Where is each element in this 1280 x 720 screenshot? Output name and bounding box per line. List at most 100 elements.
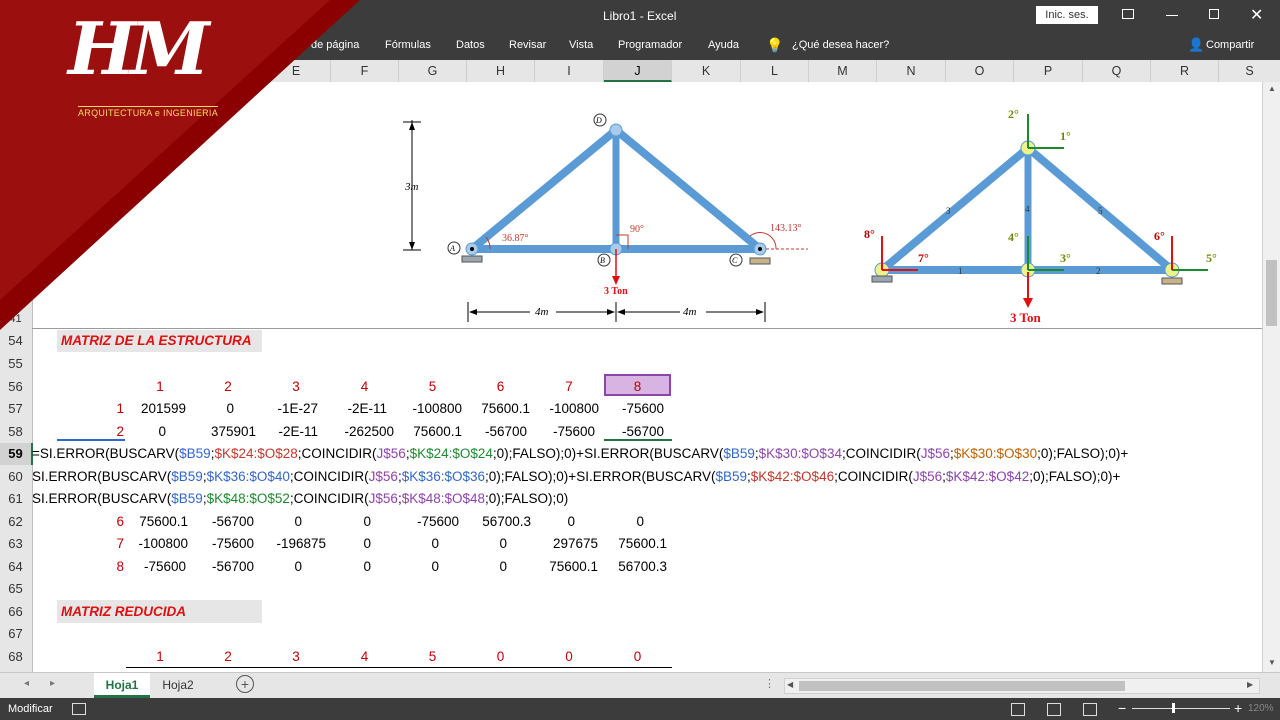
matrix-header-cell[interactable]: 2 bbox=[194, 376, 262, 398]
page-break-view-icon[interactable] bbox=[1083, 703, 1097, 716]
matrix-cell[interactable]: -75600 bbox=[194, 533, 254, 555]
reduced-header-cell[interactable]: 0 bbox=[604, 646, 671, 668]
column-header[interactable]: L bbox=[741, 60, 809, 82]
matrix-header-cell[interactable]: 4 bbox=[331, 376, 398, 398]
sheet-tab-hoja2[interactable]: Hoja2 bbox=[152, 673, 204, 697]
matrix-cell[interactable]: 75600.1 bbox=[126, 511, 188, 533]
prev-sheet-icon[interactable]: ◂ bbox=[24, 678, 29, 689]
matrix-cell[interactable]: 0 bbox=[262, 511, 302, 533]
hscroll-thumb[interactable] bbox=[799, 681, 1125, 691]
reduced-header-cell[interactable]: 2 bbox=[194, 646, 262, 668]
macro-record-icon[interactable] bbox=[72, 703, 86, 715]
matrix-cell[interactable]: 0 bbox=[399, 533, 439, 555]
row-header[interactable]: 63 bbox=[0, 533, 31, 555]
scroll-up-arrow[interactable]: ▲ bbox=[1268, 84, 1276, 93]
matrix-row-label[interactable]: 7 bbox=[96, 533, 124, 555]
column-header[interactable]: R bbox=[1151, 60, 1219, 82]
hscroll-right-arrow[interactable]: ▶ bbox=[1247, 680, 1253, 689]
formula-line-2[interactable]: SI.ERROR(BUSCARV($B59;$K$36:$O$40;COINCI… bbox=[32, 466, 1120, 488]
tab-revisar[interactable]: Revisar bbox=[509, 39, 546, 51]
matrix-cell[interactable]: 297675 bbox=[535, 533, 598, 555]
scroll-thumb[interactable] bbox=[1266, 260, 1277, 326]
matrix-row-label[interactable]: 1 bbox=[96, 398, 124, 420]
tab-datos[interactable]: Datos bbox=[456, 39, 485, 51]
matrix-cell[interactable]: 201599 bbox=[126, 398, 186, 420]
column-header[interactable]: O bbox=[946, 60, 1014, 82]
column-header-selected[interactable]: J bbox=[604, 60, 672, 82]
matrix-cell[interactable]: -75600 bbox=[604, 398, 664, 420]
column-header[interactable]: P bbox=[1014, 60, 1083, 82]
zoom-out-icon[interactable]: − bbox=[1118, 700, 1126, 716]
horizontal-scrollbar[interactable]: ◀ ▶ bbox=[784, 678, 1260, 694]
matrix-cell[interactable]: -75600 bbox=[126, 556, 186, 578]
vertical-scrollbar[interactable]: ▲ ▼ bbox=[1262, 82, 1280, 672]
matrix-cell[interactable]: 75600.1 bbox=[535, 556, 598, 578]
reduced-header-cell[interactable]: 0 bbox=[535, 646, 603, 668]
column-header[interactable]: Q bbox=[1083, 60, 1151, 82]
matrix-cell[interactable]: -196875 bbox=[262, 533, 326, 555]
matrix-header-cell-selected[interactable]: 8 bbox=[604, 376, 671, 398]
matrix-cell[interactable]: -2E-11 bbox=[262, 421, 318, 443]
worksheet[interactable]: 3m A B C D 36.87° 90° 143.13° 3 Ton 4m 4… bbox=[0, 82, 1262, 672]
zoom-level[interactable]: 120% bbox=[1248, 703, 1274, 714]
tab-vista[interactable]: Vista bbox=[569, 39, 593, 51]
row-header[interactable]: 68 bbox=[0, 646, 31, 668]
row-header[interactable]: 54 bbox=[0, 330, 31, 352]
matrix-cell[interactable]: 75600.1 bbox=[604, 533, 667, 555]
row-header[interactable]: 41 bbox=[0, 310, 31, 328]
column-header[interactable]: H bbox=[467, 60, 535, 82]
tabs-options-icon[interactable]: ⋮ bbox=[764, 677, 775, 690]
row-header-selected[interactable]: 59 bbox=[0, 443, 33, 465]
matrix-cell[interactable]: -2E-11 bbox=[331, 398, 387, 420]
reduced-header-cell[interactable]: 0 bbox=[467, 646, 534, 668]
column-header[interactable]: S bbox=[1219, 60, 1280, 82]
normal-view-icon[interactable] bbox=[1011, 703, 1025, 716]
next-sheet-icon[interactable]: ▸ bbox=[50, 678, 55, 689]
tab-programador[interactable]: Programador bbox=[618, 39, 682, 51]
matrix-cell[interactable]: 0 bbox=[194, 398, 234, 420]
matrix-cell[interactable]: -100800 bbox=[399, 398, 462, 420]
matrix-cell[interactable]: 0 bbox=[262, 556, 302, 578]
page-layout-view-icon[interactable] bbox=[1047, 703, 1061, 716]
matrix-cell[interactable]: -1E-27 bbox=[262, 398, 318, 420]
matrix-cell[interactable]: 75600.1 bbox=[467, 398, 530, 420]
matrix-row-label[interactable]: 6 bbox=[96, 511, 124, 533]
row-header[interactable]: 65 bbox=[0, 578, 31, 600]
tab-formulas[interactable]: Fórmulas bbox=[385, 39, 431, 51]
tab-ayuda[interactable]: Ayuda bbox=[708, 39, 739, 51]
column-header[interactable]: E bbox=[262, 60, 331, 82]
row-header[interactable]: 64 bbox=[0, 556, 31, 578]
matrix-cell[interactable]: 75600.1 bbox=[399, 421, 462, 443]
matrix-cell[interactable]: -262500 bbox=[331, 421, 394, 443]
share-button[interactable]: Compartir bbox=[1206, 39, 1254, 51]
close-icon[interactable]: ✕ bbox=[1250, 5, 1263, 25]
matrix-cell[interactable]: -56700 bbox=[194, 511, 254, 533]
matrix-row-label[interactable]: 8 bbox=[96, 556, 124, 578]
matrix-cell[interactable]: 0 bbox=[467, 533, 507, 555]
matrix-header-cell[interactable]: 5 bbox=[399, 376, 466, 398]
tell-me-search[interactable]: ¿Qué desea hacer? bbox=[792, 39, 889, 51]
formula-line-1[interactable]: =SI.ERROR(BUSCARV($B59;$K$24:$O$28;COINC… bbox=[32, 443, 1128, 465]
column-header[interactable]: M bbox=[809, 60, 877, 82]
matrix-cell[interactable]: 0 bbox=[126, 421, 166, 443]
column-header[interactable]: F bbox=[331, 60, 399, 82]
row-header[interactable]: 56 bbox=[0, 376, 31, 398]
matrix-cell[interactable]: 0 bbox=[331, 511, 371, 533]
minimize-icon[interactable] bbox=[1166, 15, 1178, 16]
row-header[interactable]: 62 bbox=[0, 511, 31, 533]
hscroll-left-arrow[interactable]: ◀ bbox=[787, 680, 793, 689]
matrix-cell[interactable]: 0 bbox=[399, 556, 439, 578]
row-header[interactable]: 60 bbox=[0, 466, 31, 488]
row-header[interactable]: 66 bbox=[0, 601, 31, 623]
restore-icon[interactable] bbox=[1209, 9, 1219, 19]
zoom-slider[interactable] bbox=[1132, 708, 1230, 709]
reduced-header-cell[interactable]: 3 bbox=[262, 646, 330, 668]
zoom-slider-handle[interactable] bbox=[1172, 703, 1175, 713]
matrix-cell[interactable]: 0 bbox=[331, 533, 371, 555]
row-header[interactable]: 67 bbox=[0, 623, 31, 645]
matrix-cell[interactable]: 0 bbox=[535, 511, 575, 533]
matrix-cell[interactable]: 375901 bbox=[194, 421, 256, 443]
row-header[interactable]: 58 bbox=[0, 421, 31, 443]
matrix-cell[interactable]: 56700.3 bbox=[604, 556, 667, 578]
add-sheet-icon[interactable]: + bbox=[236, 675, 254, 693]
